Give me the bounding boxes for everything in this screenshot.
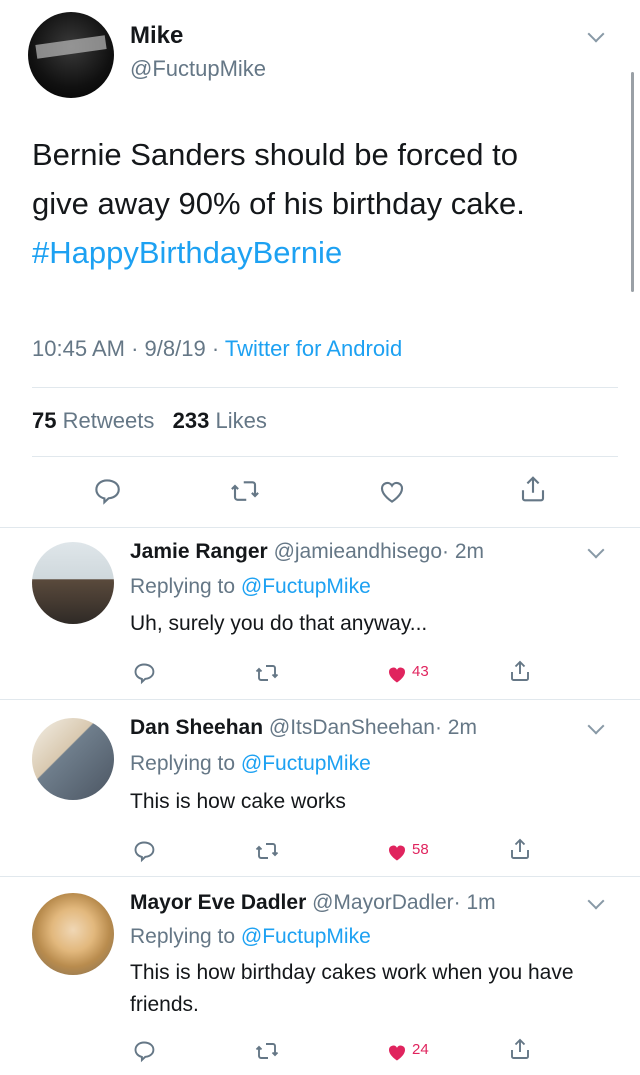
share-icon[interactable] [518, 474, 548, 504]
reply-tweet[interactable]: Mayor Eve Dadler @MayorDadler· 1m Replyi… [0, 877, 640, 1075]
replying-to: Replying to @FuctupMike [130, 925, 371, 949]
chevron-down-icon[interactable] [587, 541, 605, 559]
author-name[interactable]: Mike [130, 22, 183, 50]
reply-author-handle: @ItsDanSheehan [268, 716, 435, 739]
reply-author-handle: @MayorDadler [312, 891, 454, 914]
avatar[interactable] [32, 718, 114, 800]
like-count: 58 [412, 841, 429, 858]
reply-author[interactable]: Jamie Ranger @jamieandhisego· 2m [130, 540, 484, 564]
reply-actions: 58 [0, 837, 640, 867]
divider [32, 387, 618, 388]
replying-to-label: Replying to [130, 752, 236, 775]
tweet-actions [0, 470, 640, 510]
like-icon-filled[interactable] [385, 1040, 409, 1064]
reply-tweet[interactable]: Jamie Ranger @jamieandhisego· 2m Replyin… [0, 528, 640, 700]
tweet-time: 10:45 AM [32, 336, 125, 361]
hashtag-link[interactable]: #HappyBirthdayBernie [32, 228, 592, 277]
like-icon[interactable] [377, 476, 407, 506]
likes-count: 233 [172, 408, 210, 433]
reply-tweet[interactable]: Dan Sheehan @ItsDanSheehan· 2m Replying … [0, 700, 640, 877]
share-icon[interactable] [508, 659, 532, 683]
reply-time: · 2m [434, 716, 477, 739]
reply-icon[interactable] [92, 476, 122, 506]
likes-stat[interactable]: 233 Likes [173, 408, 267, 433]
tweet-meta: 10:45 AM · 9/8/19 · Twitter for Android [32, 336, 402, 362]
share-icon[interactable] [508, 837, 532, 861]
share-icon[interactable] [508, 1037, 532, 1061]
tweet-stats: 75 Retweets 233 Likes [32, 408, 267, 434]
reply-author[interactable]: Dan Sheehan @ItsDanSheehan· 2m [130, 716, 477, 740]
tweet-source-link[interactable]: Twitter for Android [225, 336, 402, 361]
replying-to-link[interactable]: @FuctupMike [241, 752, 371, 775]
tweet-text-line: give away 90% of his birthday cake. [32, 186, 525, 221]
reply-icon[interactable] [132, 661, 156, 685]
avatar[interactable] [32, 893, 114, 975]
reply-actions: 24 [0, 1037, 640, 1067]
retweet-icon[interactable] [255, 661, 279, 685]
separator-dot: · [131, 336, 139, 361]
reply-author[interactable]: Mayor Eve Dadler @MayorDadler· 1m [130, 891, 496, 915]
replying-to: Replying to @FuctupMike [130, 752, 371, 776]
like-count: 43 [412, 663, 429, 680]
retweets-count: 75 [32, 408, 57, 433]
reply-author-handle: @jamieandhisego [273, 540, 442, 563]
retweet-icon[interactable] [255, 839, 279, 863]
reply-author-name: Mayor Eve Dadler [130, 891, 307, 914]
reply-time: · 2m [442, 540, 484, 563]
chevron-down-icon[interactable] [587, 717, 605, 735]
reply-icon[interactable] [132, 1039, 156, 1063]
like-icon-filled[interactable] [385, 840, 409, 864]
divider [32, 456, 618, 457]
replying-to: Replying to @FuctupMike [130, 575, 371, 599]
avatar[interactable] [32, 542, 114, 624]
likes-label: Likes [215, 408, 267, 433]
author-handle[interactable]: @FuctupMike [130, 56, 266, 82]
replying-to-label: Replying to [130, 575, 236, 598]
separator-dot: · [211, 336, 220, 361]
reply-icon[interactable] [132, 839, 156, 863]
reply-actions: 43 [0, 659, 640, 689]
retweets-stat[interactable]: 75 Retweets [32, 408, 154, 433]
replying-to-link[interactable]: @FuctupMike [241, 575, 371, 598]
tweet-date: 9/8/19 [144, 336, 206, 361]
replying-to-link[interactable]: @FuctupMike [241, 925, 371, 948]
tweet-text: Bernie Sanders should be forced to give … [32, 130, 592, 277]
main-tweet: Mike @FuctupMike Bernie Sanders should b… [0, 0, 640, 528]
retweet-icon[interactable] [230, 476, 260, 506]
like-count: 24 [412, 1041, 429, 1058]
chevron-down-icon[interactable] [587, 892, 605, 910]
chevron-down-icon[interactable] [587, 25, 605, 43]
retweet-icon[interactable] [255, 1039, 279, 1063]
reply-text: Uh, surely you do that anyway... [130, 612, 428, 635]
reply-author-name: Jamie Ranger [130, 540, 268, 563]
like-icon-filled[interactable] [385, 662, 409, 686]
replying-to-label: Replying to [130, 925, 236, 948]
reply-text: This is how birthday cakes work when you… [130, 961, 574, 1016]
reply-author-name: Dan Sheehan [130, 716, 264, 739]
retweets-label: Retweets [62, 408, 155, 433]
reply-text: This is how cake works [130, 790, 346, 813]
reply-time: · 1m [453, 891, 496, 914]
avatar[interactable] [28, 12, 114, 98]
tweet-text-line: Bernie Sanders should be forced to [32, 137, 518, 172]
